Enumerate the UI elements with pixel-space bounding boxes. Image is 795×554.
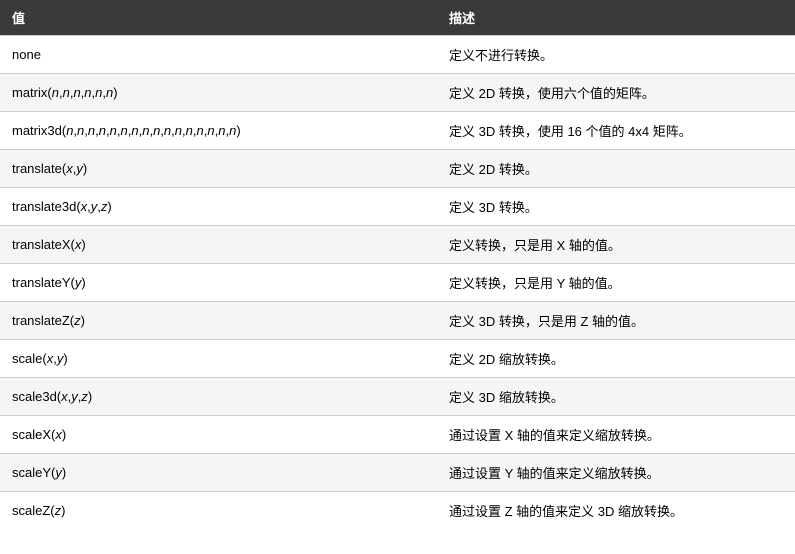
cell-description: 定义 2D 缩放转换。 [437,340,795,378]
param: n [186,123,193,138]
param: n [142,123,149,138]
cell-description: 定义 3D 转换。 [437,188,795,226]
table-row: none定义不进行转换。 [0,36,795,74]
cell-description: 定义转换，只是用 X 轴的值。 [437,226,795,264]
table-header-row: 值 描述 [0,0,795,36]
cell-value: translate3d(x,y,z) [0,188,437,226]
param: n [63,85,70,100]
param: n [77,123,84,138]
table-row: translateZ(z)定义 3D 转换，只是用 Z 轴的值。 [0,302,795,340]
param: y [55,465,62,480]
cell-description: 通过设置 X 轴的值来定义缩放转换。 [437,416,795,454]
param: z [74,313,81,328]
param: y [76,161,83,176]
param: n [73,85,80,100]
header-description: 描述 [437,0,795,36]
param: z [55,503,62,518]
param: x [75,237,82,252]
cell-value: matrix3d(n,n,n,n,n,n,n,n,n,n,n,n,n,n,n,n… [0,112,437,150]
cell-value: scale3d(x,y,z) [0,378,437,416]
param: z [81,389,88,404]
table-row: scaleZ(z)通过设置 Z 轴的值来定义 3D 缩放转换。 [0,492,795,530]
param: x [66,161,73,176]
param: n [120,123,127,138]
cell-description: 通过设置 Z 轴的值来定义 3D 缩放转换。 [437,492,795,530]
param: n [84,85,91,100]
param: n [110,123,117,138]
cell-description: 定义不进行转换。 [437,36,795,74]
cell-value: translateX(x) [0,226,437,264]
param: y [57,351,64,366]
param: n [153,123,160,138]
param: x [81,199,88,214]
cell-value: scaleZ(z) [0,492,437,530]
param: x [47,351,54,366]
param: n [197,123,204,138]
param: y [75,275,82,290]
table-row: translateY(y)定义转换，只是用 Y 轴的值。 [0,264,795,302]
cell-value: matrix(n,n,n,n,n,n) [0,74,437,112]
cell-value: scaleY(y) [0,454,437,492]
cell-description: 定义 3D 转换，只是用 Z 轴的值。 [437,302,795,340]
param: n [95,85,102,100]
param: n [66,123,73,138]
cell-value: none [0,36,437,74]
param: x [55,427,62,442]
cell-value: scale(x,y) [0,340,437,378]
param: n [52,85,59,100]
table-row: scaleX(x)通过设置 X 轴的值来定义缩放转换。 [0,416,795,454]
param: n [106,85,113,100]
param: n [218,123,225,138]
cell-value: translateY(y) [0,264,437,302]
cell-value: scaleX(x) [0,416,437,454]
table-row: scale3d(x,y,z)定义 3D 缩放转换。 [0,378,795,416]
table-row: translate3d(x,y,z)定义 3D 转换。 [0,188,795,226]
param: x [61,389,68,404]
table-row: translateX(x)定义转换，只是用 X 轴的值。 [0,226,795,264]
param: y [91,199,98,214]
table-row: translate(x,y)定义 2D 转换。 [0,150,795,188]
header-value: 值 [0,0,437,36]
table-row: scaleY(y)通过设置 Y 轴的值来定义缩放转换。 [0,454,795,492]
param: z [101,199,108,214]
transform-table: 值 描述 none定义不进行转换。matrix(n,n,n,n,n,n)定义 2… [0,0,795,529]
cell-description: 定义 3D 缩放转换。 [437,378,795,416]
param: n [164,123,171,138]
param: n [229,123,236,138]
param: n [175,123,182,138]
param: n [99,123,106,138]
param: n [131,123,138,138]
table-row: scale(x,y)定义 2D 缩放转换。 [0,340,795,378]
cell-description: 定义 2D 转换，使用六个值的矩阵。 [437,74,795,112]
cell-value: translateZ(z) [0,302,437,340]
cell-description: 定义转换，只是用 Y 轴的值。 [437,264,795,302]
table-row: matrix3d(n,n,n,n,n,n,n,n,n,n,n,n,n,n,n,n… [0,112,795,150]
param: n [207,123,214,138]
param: n [88,123,95,138]
cell-description: 定义 2D 转换。 [437,150,795,188]
cell-value: translate(x,y) [0,150,437,188]
cell-description: 通过设置 Y 轴的值来定义缩放转换。 [437,454,795,492]
table-row: matrix(n,n,n,n,n,n)定义 2D 转换，使用六个值的矩阵。 [0,74,795,112]
cell-description: 定义 3D 转换，使用 16 个值的 4x4 矩阵。 [437,112,795,150]
param: y [71,389,78,404]
